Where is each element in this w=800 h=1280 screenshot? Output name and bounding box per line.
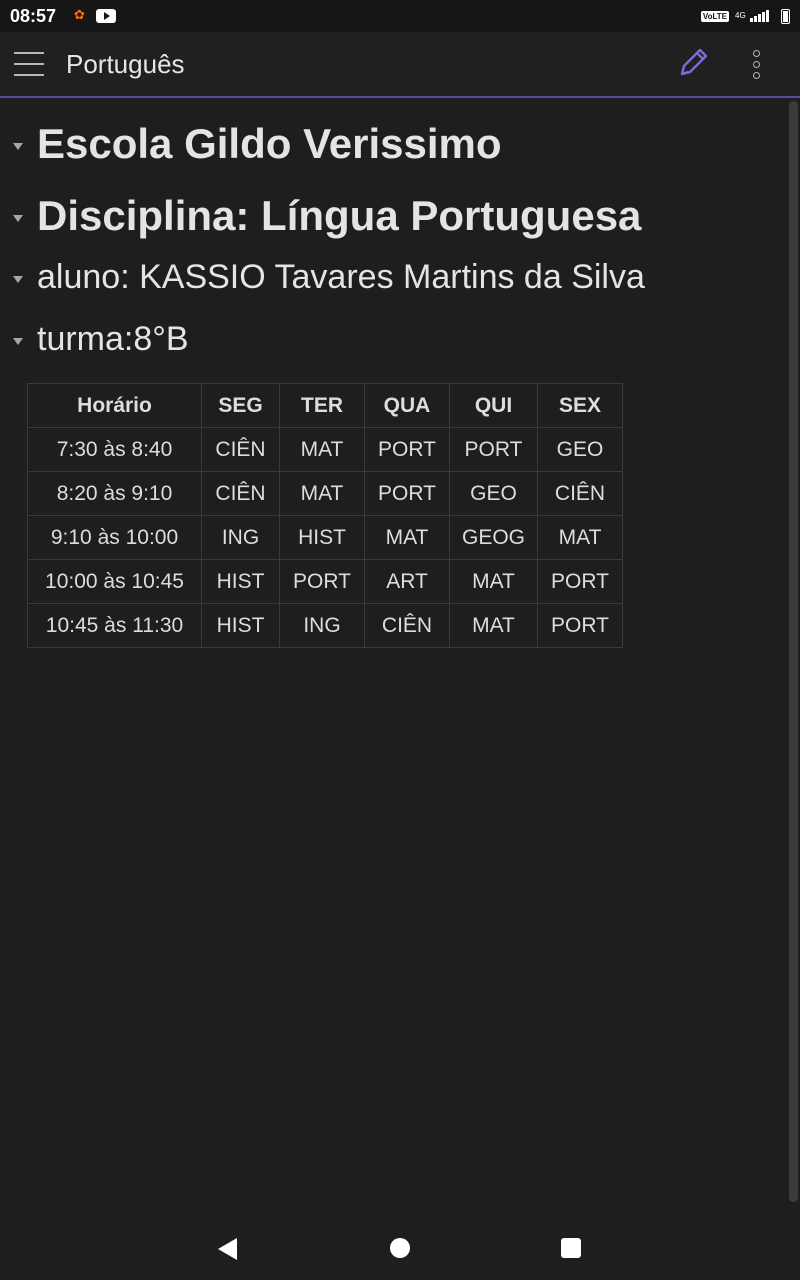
- recent-apps-icon[interactable]: [561, 1238, 581, 1258]
- home-icon[interactable]: [390, 1238, 410, 1258]
- more-vertical-icon[interactable]: [740, 46, 772, 82]
- column-header: QUA: [364, 383, 450, 428]
- table-cell: PORT: [537, 603, 624, 648]
- column-header: SEX: [537, 383, 624, 428]
- table-cell: 7:30 às 8:40: [27, 427, 202, 472]
- table-cell: CIÊN: [364, 603, 450, 648]
- system-nav-bar: [0, 1220, 800, 1280]
- volte-badge: VoLTE: [700, 10, 729, 22]
- battery-icon: [781, 8, 790, 24]
- heading-text: Disciplina: Língua Portuguesa: [37, 192, 642, 239]
- notification-icons: ✿: [74, 8, 117, 23]
- collapse-arrow-icon[interactable]: [10, 332, 26, 348]
- table-cell: PORT: [448, 427, 539, 472]
- table-cell: HIST: [201, 559, 280, 604]
- column-header: Horário: [27, 383, 202, 428]
- note-title: Português: [66, 48, 185, 79]
- column-header: SEG: [201, 383, 280, 428]
- network-type: 4G: [735, 11, 746, 20]
- table-cell: ING: [279, 603, 365, 648]
- table-row: 9:10 às 10:00 ING HIST MAT GEOG MAT: [27, 515, 624, 560]
- collapse-arrow-icon[interactable]: [10, 136, 26, 152]
- table-cell: MAT: [448, 603, 539, 648]
- app-notification-icon: ✿: [74, 8, 85, 23]
- table-header-row: Horário SEG TER QUA QUI SEX: [27, 383, 624, 428]
- heading-text: aluno: KASSIO Tavares Martins da Silva: [37, 258, 645, 296]
- table-cell: MAT: [537, 515, 624, 560]
- column-header: TER: [279, 383, 365, 428]
- table-cell: CIÊN: [201, 471, 280, 516]
- table-cell: ING: [201, 515, 280, 560]
- table-cell: GEO: [448, 471, 539, 516]
- table-cell: MAT: [279, 427, 365, 472]
- collapse-arrow-icon[interactable]: [10, 208, 26, 224]
- heading-subject: Disciplina: Língua Portuguesa: [10, 192, 641, 240]
- table-cell: CIÊN: [201, 427, 280, 472]
- table-cell: 9:10 às 10:00: [27, 515, 202, 560]
- heading-class: turma:8°B: [10, 320, 189, 359]
- table-cell: PORT: [537, 559, 624, 604]
- status-time: 08:57: [10, 5, 57, 26]
- app-bar: Português: [0, 32, 800, 98]
- table-row: 10:00 às 10:45 HIST PORT ART MAT PORT: [27, 559, 624, 604]
- signal-icon: [750, 10, 769, 22]
- table-cell: HIST: [279, 515, 365, 560]
- schedule-table: Horário SEG TER QUA QUI SEX 7:30 às 8:40…: [27, 383, 624, 648]
- table-cell: ART: [364, 559, 450, 604]
- note-content: Escola Gildo Verissimo Disciplina: Língu…: [0, 100, 788, 1220]
- youtube-icon: [96, 9, 117, 23]
- heading-text: turma:8°B: [37, 320, 189, 358]
- scrollbar-thumb[interactable]: [789, 102, 798, 1202]
- column-header: QUI: [448, 383, 539, 428]
- table-cell: 10:00 às 10:45: [27, 559, 202, 604]
- table-cell: HIST: [201, 603, 280, 648]
- table-cell: CIÊN: [537, 471, 624, 516]
- table-cell: GEOG: [448, 515, 539, 560]
- pencil-icon[interactable]: [676, 46, 710, 80]
- table-cell: PORT: [279, 559, 365, 604]
- table-cell: PORT: [364, 427, 450, 472]
- collapse-arrow-icon[interactable]: [10, 270, 26, 286]
- table-row: 8:20 às 9:10 CIÊN MAT PORT GEO CIÊN: [27, 471, 624, 516]
- table-cell: 8:20 às 9:10: [27, 471, 202, 516]
- back-icon[interactable]: [218, 1238, 237, 1260]
- table-cell: MAT: [448, 559, 539, 604]
- table-row: 10:45 às 11:30 HIST ING CIÊN MAT PORT: [27, 603, 624, 648]
- table-cell: PORT: [364, 471, 450, 516]
- status-indicators: VoLTE 4G: [700, 8, 790, 24]
- heading-school: Escola Gildo Verissimo: [10, 120, 502, 168]
- hamburger-menu-icon[interactable]: [14, 52, 44, 76]
- heading-student: aluno: KASSIO Tavares Martins da Silva: [10, 258, 645, 297]
- scrollbar[interactable]: [789, 100, 798, 1202]
- table-row: 7:30 às 8:40 CIÊN MAT PORT PORT GEO: [27, 427, 624, 472]
- status-bar: 08:57 ✿ VoLTE 4G: [0, 0, 800, 32]
- table-cell: 10:45 às 11:30: [27, 603, 202, 648]
- table-cell: GEO: [537, 427, 624, 472]
- table-cell: MAT: [364, 515, 450, 560]
- table-cell: MAT: [279, 471, 365, 516]
- heading-text: Escola Gildo Verissimo: [37, 120, 502, 167]
